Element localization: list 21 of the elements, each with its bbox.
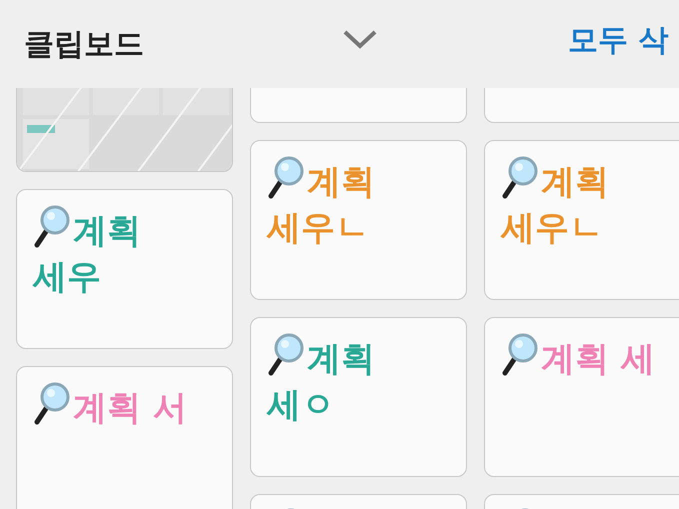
clip-text: 계획 세 (501, 332, 679, 382)
clip-card[interactable]: 계획 서 (16, 366, 233, 509)
clip-text: 계획 서 (33, 381, 216, 431)
clip-text: 계획 세우 (33, 204, 216, 300)
clip-card[interactable]: 계획 세우 (16, 189, 233, 349)
clip-card[interactable]: 계획 세 (484, 317, 679, 477)
clip-card[interactable]: 계획 세ㅇ (250, 317, 467, 477)
clip-text: 계획 세ㅇ (267, 332, 450, 428)
clip-card[interactable]: 계획 세우ㄴ (484, 140, 679, 300)
clipboard-title: 클립보드 (24, 26, 144, 64)
magnifier-icon (501, 155, 539, 199)
clear-all-button[interactable]: 모두 삭 (568, 18, 668, 63)
magnifier-icon (33, 381, 71, 425)
clip-text: 계획 세우ㄴ (267, 155, 450, 251)
clip-text: 계획 세우ㄴ (501, 155, 679, 251)
magnifier-icon (267, 155, 305, 199)
magnifier-icon (267, 332, 305, 376)
magnifier-icon (33, 204, 71, 248)
magnifier-icon (501, 332, 539, 376)
clip-card[interactable]: 계획 세우ㄴ (250, 140, 467, 300)
chevron-down-icon[interactable] (343, 29, 377, 49)
